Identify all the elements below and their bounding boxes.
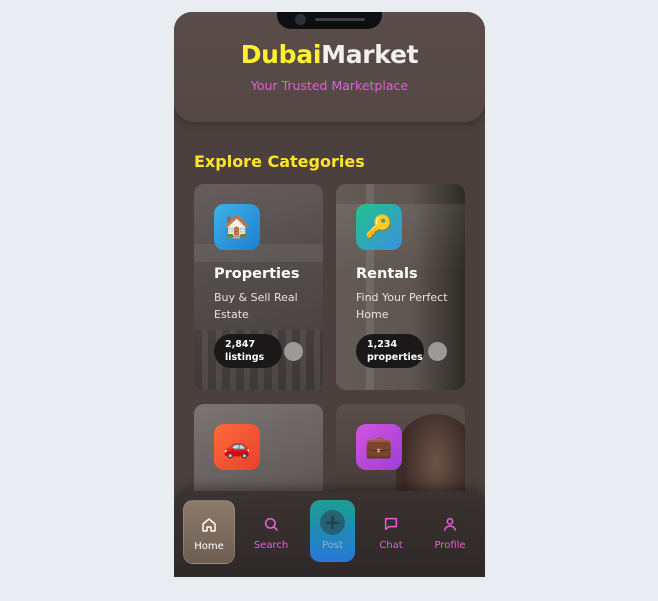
phone-frame: DubaiMarket Your Trusted Marketplace Exp… [174,12,485,577]
arrow-button[interactable] [428,342,447,361]
count-unit: listings [225,351,265,363]
brand-tagline: Your Trusted Marketplace [250,78,409,93]
count-number: 1,234 [367,339,398,350]
house-icon: 🏠 [214,204,260,250]
plus-icon: + [320,510,345,535]
profile-icon [443,517,457,531]
phone-notch [277,12,382,29]
section-title: Explore Categories [194,152,365,171]
nav-post[interactable]: + Post [310,500,355,562]
nav-chat-label: Chat [379,540,403,551]
nav-home-label: Home [194,541,224,552]
count-unit: properties [367,351,423,363]
bottom-navigation: Home Search + Post Chat Profile [174,491,485,577]
brand-title: DubaiMarket [174,40,485,69]
category-name: Properties [214,266,300,282]
category-name: Rentals [356,266,418,282]
key-icon: 🔑 [356,204,402,250]
category-card-properties[interactable]: 🏠 Properties Buy & Sell Real Estate 2,84… [194,184,323,390]
listing-count-badge: 1,234 properties [356,334,424,368]
nav-chat[interactable]: Chat [366,500,416,562]
nav-home[interactable]: Home [183,500,235,564]
briefcase-icon: 💼 [356,424,402,470]
speaker-icon [315,18,365,21]
arrow-button[interactable] [284,342,303,361]
category-description: Buy & Sell Real Estate [214,291,298,321]
nav-post-label: Post [322,540,343,551]
camera-icon [295,14,306,25]
category-description: Find Your Perfect Home [356,291,448,321]
nav-profile[interactable]: Profile [425,500,475,562]
brand-title-part2: Market [321,40,419,69]
chat-icon [384,517,398,531]
category-card-rentals[interactable]: 🔑 Rentals Find Your Perfect Home 1,234 p… [336,184,465,390]
car-icon: 🚗 [214,424,260,470]
brand-title-part1: Dubai [240,40,322,69]
home-icon [202,518,216,532]
nav-search[interactable]: Search [246,500,296,562]
count-number: 2,847 [225,339,256,350]
nav-search-label: Search [253,540,289,551]
search-icon [264,517,278,531]
nav-profile-label: Profile [434,540,466,551]
listing-count-badge: 2,847 listings [214,334,282,368]
